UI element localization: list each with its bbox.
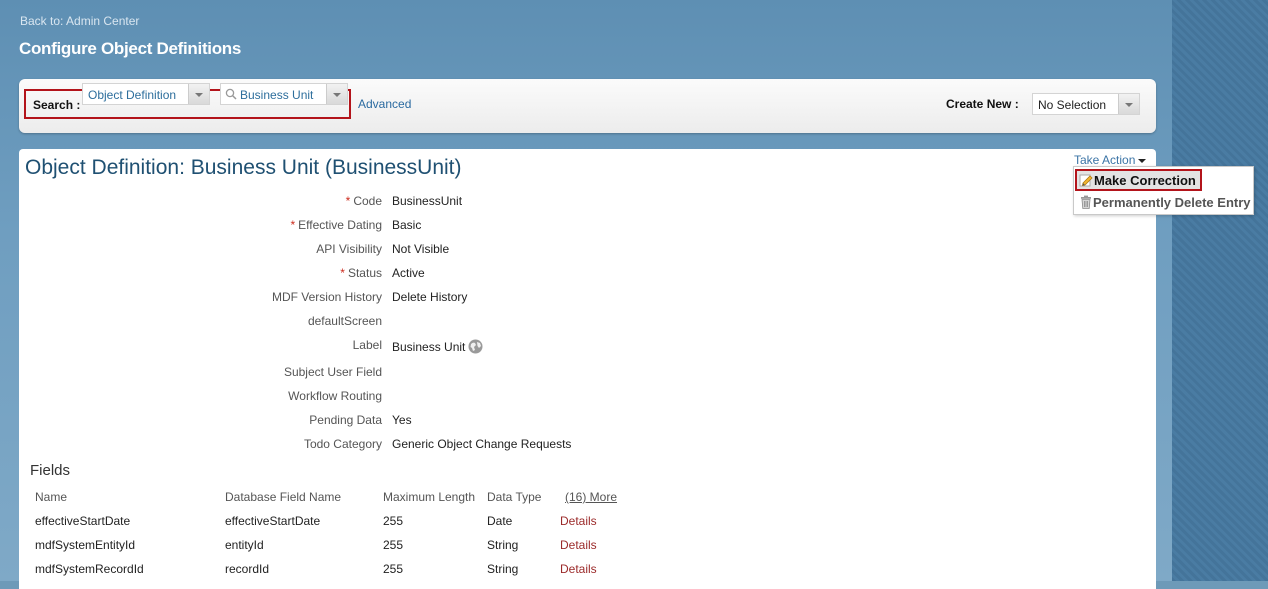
table-row-data-type: String — [487, 538, 519, 552]
column-header-name: Name — [35, 490, 68, 504]
object-type-dropdown[interactable]: Object Definition — [82, 83, 210, 105]
take-action-menu: Make Correction Permanently Delete Entry — [1073, 166, 1254, 215]
object-search-dropdown[interactable]: Business Unit — [220, 83, 348, 105]
table-row-name: mdfSystemEntityId — [35, 538, 136, 552]
object-type-value: Object Definition — [88, 88, 177, 102]
object-search-value: Business Unit — [240, 88, 314, 102]
take-action-menu-button[interactable]: Take Action — [1074, 153, 1147, 167]
field-row-label: Label — [219, 338, 382, 356]
field-label: API Visibility — [316, 242, 382, 256]
table-row-db-field: effectiveStartDate — [225, 514, 321, 528]
trash-icon — [1081, 195, 1091, 209]
permanently-delete-entry-label: Permanently Delete Entry — [1093, 195, 1251, 210]
field-row-code: * Code — [219, 194, 382, 212]
details-link[interactable]: Details — [560, 538, 597, 552]
field-label: * Code — [345, 194, 382, 208]
required-marker: * — [290, 218, 296, 232]
object-title: Object Definition: Business Unit (Busine… — [25, 156, 462, 179]
object-detail-panel: Object Definition: Business Unit (Busine… — [19, 149, 1156, 589]
chevron-down-icon[interactable] — [188, 84, 209, 104]
required-marker: * — [345, 194, 351, 208]
field-row-api-visibility: API Visibility — [219, 242, 382, 260]
column-header-maximum-length: Maximum Length — [383, 490, 476, 504]
pencil-edit-icon — [1079, 174, 1093, 187]
field-label: Workflow Routing — [288, 389, 382, 403]
field-label: Label — [352, 338, 382, 352]
field-row-todo-category: Todo Category — [219, 437, 382, 455]
field-value-mdf-version-history: Delete History — [392, 290, 468, 304]
field-label: MDF Version History — [271, 290, 382, 304]
field-label: Pending Data — [309, 413, 382, 427]
advanced-search-link[interactable]: Advanced — [358, 97, 411, 111]
field-row-effective-dating: * Effective Dating — [219, 218, 383, 236]
table-row-name: mdfSystemRecordId — [35, 562, 144, 576]
table-row-max-length: 255 — [383, 514, 404, 528]
details-link[interactable]: Details — [560, 514, 597, 528]
field-label: * Effective Dating — [290, 218, 383, 232]
field-label: defaultScreen — [307, 314, 382, 328]
field-row-default-screen: defaultScreen — [219, 314, 382, 332]
back-to-admin-center-link[interactable]: Back to: Admin Center — [20, 14, 139, 28]
globe-icon[interactable] — [468, 339, 483, 354]
column-header-database-field-name: Database Field Name — [225, 490, 342, 504]
create-new-label: Create New : — [946, 97, 1019, 111]
field-value-api-visibility: Not Visible — [392, 242, 450, 256]
field-label: Todo Category — [303, 437, 382, 451]
create-new-dropdown[interactable]: No Selection — [1032, 93, 1140, 115]
table-row-data-type: String — [487, 562, 519, 576]
field-row-pending-data: Pending Data — [219, 413, 382, 431]
caret-down-icon — [1138, 158, 1147, 163]
required-marker: * — [340, 266, 345, 280]
fields-section-heading: Fields — [30, 462, 71, 479]
field-value-code: BusinessUnit — [392, 194, 463, 208]
make-correction-menu-item[interactable]: Make Correction — [1075, 169, 1202, 191]
table-row-max-length: 255 — [383, 538, 404, 552]
take-action-label: Take Action — [1074, 153, 1136, 167]
search-panel: Search : Object Definition Business Unit… — [19, 79, 1156, 133]
side-background — [1172, 0, 1268, 581]
table-row-db-field: recordId — [225, 562, 270, 576]
field-row-mdf-version-history: MDF Version History — [219, 290, 382, 308]
table-row-name: effectiveStartDate — [35, 514, 131, 528]
permanently-delete-entry-menu-item[interactable]: Permanently Delete Entry — [1075, 192, 1252, 214]
table-row-db-field: entityId — [225, 538, 264, 552]
details-link[interactable]: Details — [560, 562, 597, 576]
search-label: Search : — [33, 98, 81, 112]
make-correction-label: Make Correction — [1094, 173, 1196, 188]
field-value-status: Active — [392, 266, 425, 280]
field-row-workflow-routing: Workflow Routing — [219, 389, 382, 407]
chevron-down-icon[interactable] — [1118, 94, 1139, 114]
field-value-pending-data: Yes — [392, 413, 412, 427]
more-columns-link[interactable]: (16) More — [565, 490, 617, 504]
table-row-max-length: 255 — [383, 562, 404, 576]
table-row-data-type: Date — [487, 514, 513, 528]
field-row-status: * Status — [219, 266, 382, 284]
field-value-todo-category: Generic Object Change Requests — [392, 437, 572, 451]
field-value-label: Business Unit — [392, 339, 483, 354]
field-label: Subject User Field — [283, 365, 382, 379]
create-new-value: No Selection — [1038, 98, 1107, 112]
field-label: * Status — [340, 266, 382, 280]
chevron-down-icon[interactable] — [326, 84, 347, 104]
field-row-subject-user-field: Subject User Field — [219, 365, 382, 383]
column-header-data-type: Data Type — [487, 490, 542, 504]
page-title: Configure Object Definitions — [19, 39, 242, 58]
field-value-effective-dating: Basic — [392, 218, 422, 232]
search-icon — [225, 88, 237, 100]
